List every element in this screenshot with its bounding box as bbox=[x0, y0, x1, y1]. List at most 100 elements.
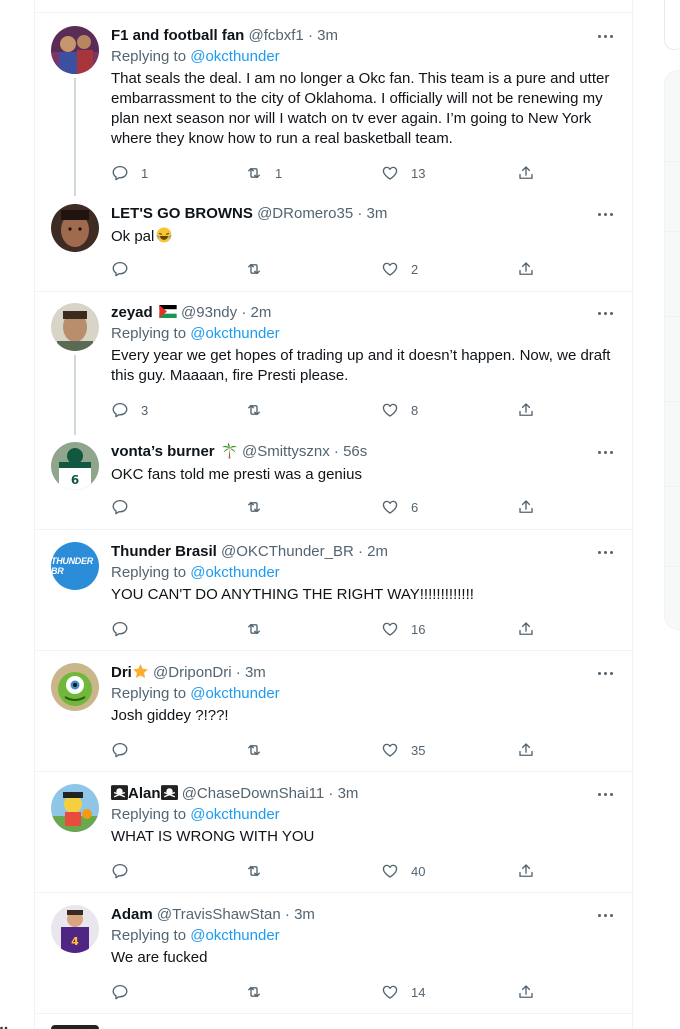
like-button[interactable]: 6 bbox=[381, 496, 418, 518]
avatar[interactable] bbox=[51, 26, 99, 74]
reply-button[interactable] bbox=[111, 496, 141, 518]
retweet-button[interactable] bbox=[245, 739, 275, 761]
more-icon[interactable] bbox=[594, 442, 618, 462]
palestine-flag-icon bbox=[159, 305, 177, 318]
reply-button[interactable] bbox=[111, 981, 141, 1003]
user-handle[interactable]: @OKCThunder_BR bbox=[221, 543, 354, 560]
reply-button[interactable]: 3 bbox=[111, 399, 148, 421]
tweet[interactable]: LET'S GO BROWNS @DRomero35 · 3m Ok pal 2 bbox=[35, 204, 632, 292]
user-handle[interactable]: @TravisShawStan bbox=[157, 906, 281, 923]
display-name[interactable]: F1 and football fan bbox=[111, 27, 244, 44]
share-button[interactable] bbox=[517, 258, 535, 280]
avatar[interactable]: 4 bbox=[51, 905, 99, 953]
tweet[interactable]: zeyad @93ndy · 2m Replying to @okcthunde… bbox=[35, 303, 632, 433]
timestamp[interactable]: 56s bbox=[343, 443, 367, 460]
more-icon[interactable] bbox=[594, 204, 618, 224]
user-handle[interactable]: @93ndy bbox=[181, 304, 237, 321]
like-button[interactable]: 40 bbox=[381, 860, 425, 882]
retweet-icon bbox=[248, 404, 260, 416]
user-handle[interactable]: @DriponDri bbox=[153, 664, 232, 681]
display-name[interactable]: LET'S GO BROWNS bbox=[111, 205, 253, 222]
tweet[interactable]: THUNDER BR Thunder Brasil @OKCThunder_BR… bbox=[35, 542, 632, 651]
retweet-button[interactable]: 1 bbox=[245, 162, 282, 184]
retweet-button[interactable] bbox=[245, 618, 275, 640]
share-icon bbox=[519, 166, 533, 179]
avatar[interactable] bbox=[51, 663, 99, 711]
more-icon[interactable] bbox=[594, 905, 618, 925]
share-button[interactable] bbox=[517, 618, 535, 640]
timestamp[interactable]: 3m bbox=[338, 785, 359, 802]
display-name[interactable]: Thunder Brasil bbox=[111, 543, 217, 560]
more-icon[interactable] bbox=[594, 542, 618, 562]
reply-button[interactable] bbox=[111, 860, 141, 882]
right-sidebar-card bbox=[664, 0, 680, 50]
share-icon bbox=[519, 622, 533, 635]
right-sidebar-panel bbox=[664, 70, 680, 630]
timestamp[interactable]: 3m bbox=[317, 27, 338, 44]
timestamp[interactable]: 3m bbox=[294, 906, 315, 923]
more-icon[interactable] bbox=[594, 663, 618, 683]
timestamp[interactable]: 2m bbox=[367, 543, 388, 560]
share-button[interactable] bbox=[517, 162, 535, 184]
more-icon[interactable] bbox=[594, 26, 618, 46]
timestamp[interactable]: 2m bbox=[251, 304, 272, 321]
like-button[interactable]: 35 bbox=[381, 739, 425, 761]
avatar[interactable]: THUNDER BR bbox=[51, 542, 99, 590]
display-name[interactable]: zeyad bbox=[111, 304, 153, 321]
like-button[interactable]: 14 bbox=[381, 981, 425, 1003]
avatar[interactable] bbox=[51, 784, 99, 832]
timestamp[interactable]: 3m bbox=[245, 664, 266, 681]
tweet[interactable]: Dri @DriponDri · 3m Replying to @okcthun… bbox=[35, 663, 632, 772]
mention-link[interactable]: @okcthunder bbox=[190, 48, 279, 65]
share-button[interactable] bbox=[517, 739, 535, 761]
tweet-actions: 2 bbox=[111, 258, 551, 280]
reply-button[interactable] bbox=[111, 739, 141, 761]
like-button[interactable]: 8 bbox=[381, 399, 418, 421]
avatar[interactable]: 6 bbox=[51, 442, 99, 490]
reply-icon bbox=[112, 742, 128, 758]
like-icon bbox=[382, 743, 398, 757]
like-button[interactable]: 2 bbox=[381, 258, 418, 280]
retweet-button[interactable] bbox=[245, 981, 275, 1003]
mention-link[interactable]: @okcthunder bbox=[190, 927, 279, 944]
retweet-button[interactable] bbox=[245, 258, 275, 280]
reply-icon bbox=[112, 261, 128, 277]
avatar[interactable] bbox=[51, 204, 99, 252]
more-icon[interactable] bbox=[594, 784, 618, 804]
user-handle[interactable]: @ChaseDownShai11 bbox=[182, 785, 325, 802]
display-name[interactable]: Adam bbox=[111, 906, 153, 923]
display-name[interactable]: Dri bbox=[111, 664, 132, 681]
tweet-text: OKC fans told me presti was a genius bbox=[111, 466, 362, 483]
avatar[interactable] bbox=[51, 303, 99, 351]
star-icon bbox=[133, 664, 148, 678]
tweet-actions: 6 bbox=[111, 496, 551, 518]
tweet[interactable]: F1 and football fan @fcbxf1 · 3m Replyin… bbox=[35, 26, 632, 196]
reply-button[interactable] bbox=[111, 258, 141, 280]
user-handle[interactable]: @DRomero35 bbox=[257, 205, 353, 222]
reply-button[interactable] bbox=[111, 618, 141, 640]
mention-link[interactable]: @okcthunder bbox=[190, 806, 279, 823]
display-name[interactable]: vonta’s burner bbox=[111, 443, 215, 460]
display-name[interactable]: Alan bbox=[128, 785, 161, 802]
user-handle[interactable]: @Smittysznx bbox=[242, 443, 330, 460]
tweet[interactable]: 6 vonta’s burner @Smittysznx · 56s OKC f… bbox=[35, 442, 632, 530]
share-button[interactable] bbox=[517, 496, 535, 518]
timestamp[interactable]: 3m bbox=[367, 205, 388, 222]
mention-link[interactable]: @okcthunder bbox=[190, 325, 279, 342]
more-icon[interactable] bbox=[594, 303, 618, 323]
tweet[interactable]: 4 Adam @TravisShawStan · 3m Replying to … bbox=[35, 905, 632, 1014]
share-button[interactable] bbox=[517, 981, 535, 1003]
reply-button[interactable]: 1 bbox=[111, 162, 148, 184]
avatar[interactable] bbox=[51, 1025, 99, 1029]
retweet-button[interactable] bbox=[245, 399, 275, 421]
user-handle[interactable]: @fcbxf1 bbox=[249, 27, 304, 44]
mention-link[interactable]: @okcthunder bbox=[190, 564, 279, 581]
share-button[interactable] bbox=[517, 399, 535, 421]
retweet-button[interactable] bbox=[245, 496, 275, 518]
like-button[interactable]: 16 bbox=[381, 618, 425, 640]
like-button[interactable]: 13 bbox=[381, 162, 425, 184]
share-button[interactable] bbox=[517, 860, 535, 882]
retweet-button[interactable] bbox=[245, 860, 275, 882]
tweet[interactable]: Alan @ChaseDownShai11 · 3m Replying to @… bbox=[35, 784, 632, 893]
mention-link[interactable]: @okcthunder bbox=[190, 685, 279, 702]
